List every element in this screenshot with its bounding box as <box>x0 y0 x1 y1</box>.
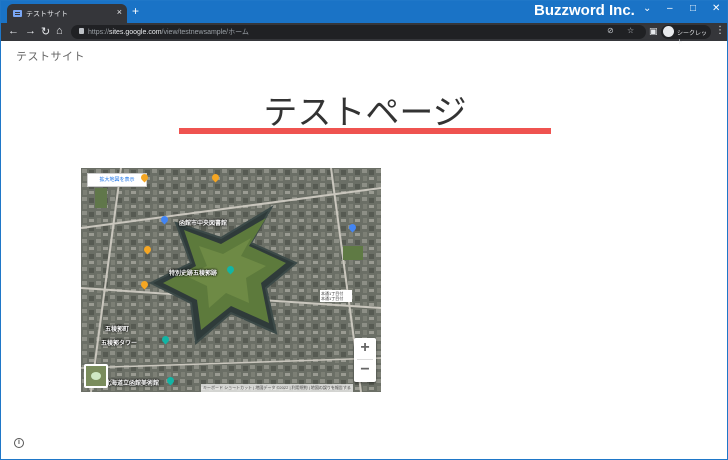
zoom-out-button[interactable]: − <box>354 360 376 382</box>
tab-strip: テストサイト × + Buzzword Inc. ⌄ – □ ✕ <box>1 1 727 23</box>
incognito-label: シークレット <box>677 31 708 46</box>
reload-icon[interactable]: ↻ <box>41 25 50 38</box>
info-icon[interactable]: i <box>14 438 24 448</box>
view-larger-map-link[interactable]: 拡大地図を表示 <box>87 173 147 187</box>
url-text: https://sites.google.com/view/testnewsam… <box>88 29 249 36</box>
satellite-imagery <box>81 168 381 392</box>
browser-toolbar: ← → ↻ ⌂ https://sites.google.com/view/te… <box>1 23 727 46</box>
maximize-button[interactable]: □ <box>690 3 696 14</box>
minimize-button[interactable]: – <box>667 3 673 14</box>
map-label-art-museum: 北海道立函館美術館 <box>105 381 160 387</box>
browser-window: テストサイト × + Buzzword Inc. ⌄ – □ ✕ ← → ↻ ⌂… <box>0 0 728 460</box>
address-bar[interactable]: https://sites.google.com/view/testnewsam… <box>71 25 646 39</box>
incognito-indicator[interactable]: シークレット <box>661 25 711 46</box>
zoom-control: + − <box>354 338 376 382</box>
side-panel-icon[interactable]: ▣ <box>649 26 658 37</box>
back-icon[interactable]: ← <box>8 25 19 37</box>
incognito-avatar-icon <box>663 26 674 37</box>
zoom-in-button[interactable]: + <box>354 338 376 360</box>
lock-icon <box>79 28 84 34</box>
map-layer-icon <box>91 372 101 380</box>
embedded-map[interactable]: 拡大地図を表示 函館市中央図書館 特別史跡五稜郭跡 五稜郭町 五稜郭タワー 北海… <box>81 168 381 392</box>
more-menu-icon[interactable]: ⋮ <box>715 25 725 36</box>
map-attribution[interactable]: キーボード ショートカット | 地図データ ©2022 | 利用規約 | 地図の… <box>201 384 353 392</box>
tab-test-site[interactable]: テストサイト × <box>7 4 127 23</box>
zoom-divider <box>357 359 373 360</box>
page-title: テストページ <box>263 94 467 132</box>
map-layer-toggle-button[interactable] <box>84 364 108 388</box>
title-underline <box>179 128 551 134</box>
new-tab-button[interactable]: + <box>132 4 139 18</box>
map-note-box: 本通1丁目付 本通1丁目付 <box>320 290 352 302</box>
brand-watermark: Buzzword Inc. <box>534 2 635 19</box>
home-icon[interactable]: ⌂ <box>56 25 63 37</box>
tab-close-icon[interactable]: × <box>117 7 122 17</box>
site-name[interactable]: テストサイト <box>16 48 85 64</box>
map-label-library: 函館市中央図書館 <box>179 221 228 227</box>
bookmark-star-icon[interactable]: ☆ <box>627 26 634 35</box>
map-label-tower: 五稜郭タワー <box>101 341 138 347</box>
map-label-fort: 特別史跡五稜郭跡 <box>169 271 218 277</box>
tab-search-icon[interactable]: ⌄ <box>643 3 651 14</box>
map-label-gorokaku-town: 五稜郭町 <box>105 327 130 333</box>
eye-off-icon[interactable]: ⊘ <box>607 26 614 35</box>
tab-title: テストサイト <box>26 11 68 18</box>
forward-icon[interactable]: → <box>25 25 36 37</box>
close-window-button[interactable]: ✕ <box>712 3 720 14</box>
site-favicon-icon <box>13 10 22 17</box>
